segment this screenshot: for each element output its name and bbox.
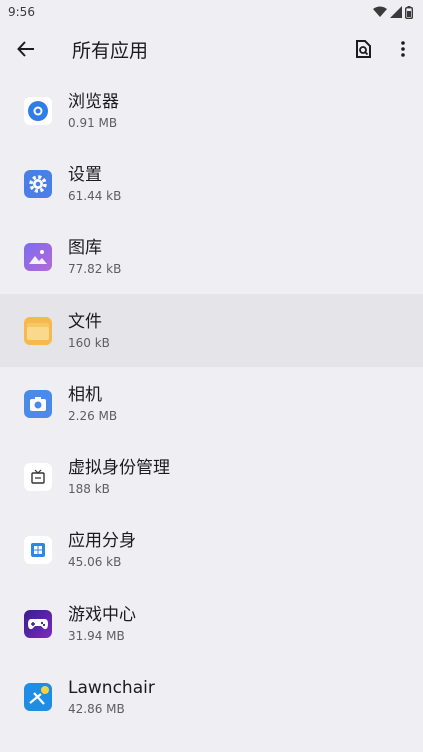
files-icon: [24, 316, 52, 345]
app-size: 77.82 kB: [68, 262, 122, 277]
app-size: 188 kB: [68, 482, 110, 497]
lawnchair-icon: [24, 683, 52, 712]
settings-icon: [24, 169, 52, 198]
arrow-back-icon: [17, 41, 34, 57]
app-size: 31.94 MB: [68, 628, 125, 643]
app-row-settings[interactable]: 设置 61.44 kB: [0, 147, 423, 220]
app-row-game-center[interactable]: 游戏中心 31.94 MB: [0, 587, 423, 660]
app-bar: 所有应用: [0, 24, 423, 74]
app-name: 虚拟身份管理: [68, 458, 170, 479]
camera-icon: [24, 389, 52, 418]
document-search-icon: [356, 40, 371, 58]
app-list: 浏览器 0.91 MB 设置 61.44 kB 图库 77.82 kB 文件 160 k…: [0, 74, 423, 734]
more-options-button[interactable]: [383, 24, 423, 74]
battery-icon: [405, 5, 413, 19]
browser-icon: [24, 96, 52, 125]
app-row-app-clone[interactable]: 应用分身 45.06 kB: [0, 514, 423, 587]
page-title: 所有应用: [72, 39, 149, 62]
status-bar: 9:56: [0, 0, 423, 24]
app-size: 61.44 kB: [68, 188, 122, 203]
app-size: 0.91 MB: [68, 115, 118, 130]
app-name: Lawnchair: [68, 678, 155, 699]
app-size: 42.86 MB: [68, 702, 125, 717]
app-size: 45.06 kB: [68, 555, 122, 570]
app-size: 2.26 MB: [68, 408, 118, 423]
back-button[interactable]: [0, 24, 52, 74]
app-row-lawnchair[interactable]: Lawnchair 42.86 MB: [0, 660, 423, 733]
app-name: 设置: [68, 164, 102, 185]
app-name: 应用分身: [68, 531, 136, 552]
status-time: 9:56: [8, 5, 35, 19]
app-clone-icon: [24, 536, 52, 565]
app-name: 相机: [68, 384, 102, 405]
app-name: 图库: [68, 238, 102, 259]
gallery-icon: [24, 243, 52, 272]
game-center-icon: [24, 609, 52, 638]
app-size: 160 kB: [68, 335, 110, 350]
wifi-icon: [373, 6, 387, 17]
app-row-browser[interactable]: 浏览器 0.91 MB: [0, 74, 423, 147]
virtual-identity-icon: [24, 463, 52, 492]
app-row-camera[interactable]: 相机 2.26 MB: [0, 367, 423, 440]
app-row-gallery[interactable]: 图库 77.82 kB: [0, 221, 423, 294]
search-apps-button[interactable]: [343, 24, 383, 74]
app-name: 浏览器: [68, 91, 119, 112]
cell-signal-icon: [390, 6, 402, 18]
app-row-virtual-identity[interactable]: 虚拟身份管理 188 kB: [0, 440, 423, 513]
more-vert-icon: [401, 41, 405, 57]
app-name: 游戏中心: [68, 604, 136, 625]
app-row-files[interactable]: 文件 160 kB: [0, 293, 423, 368]
status-icons: [373, 5, 413, 19]
app-name: 文件: [68, 311, 102, 332]
